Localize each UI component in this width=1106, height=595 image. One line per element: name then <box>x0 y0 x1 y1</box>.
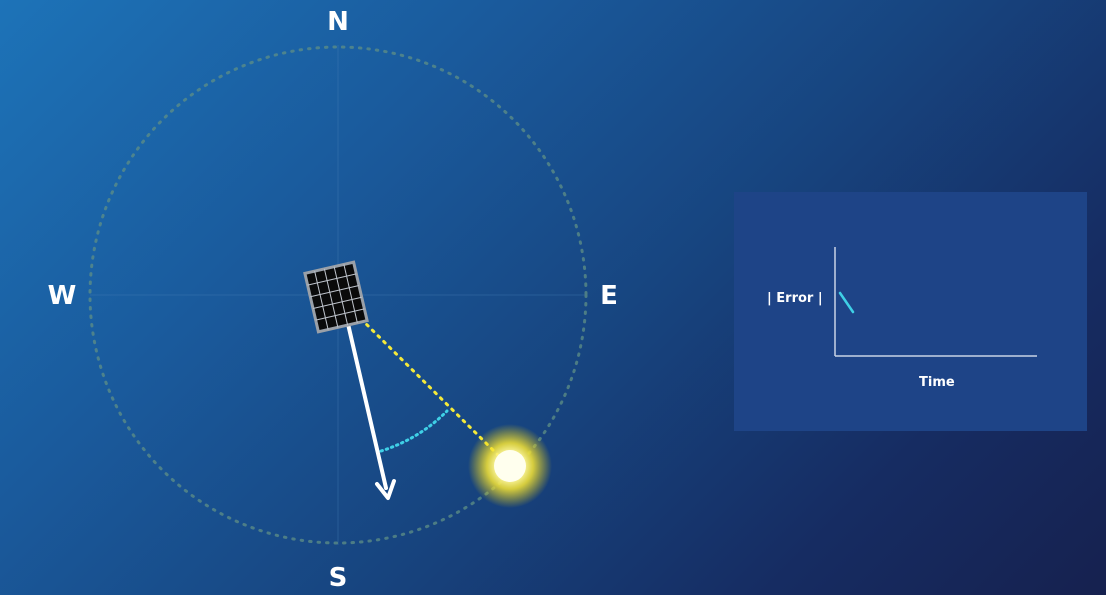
panel-heading-arrow <box>340 296 396 500</box>
error-plot-x-label: Time <box>919 375 955 390</box>
compass-label-north: N <box>327 7 349 37</box>
compass-label-east: E <box>600 281 618 311</box>
compass-label-west: W <box>47 281 77 311</box>
error-plot-panel: | Error | Time <box>734 192 1087 431</box>
sun-icon <box>468 424 552 508</box>
error-plot <box>834 247 1037 357</box>
error-angle-arc <box>379 409 449 453</box>
error-plot-y-label: | Error | <box>767 291 823 306</box>
compass-label-south: S <box>328 563 348 593</box>
solar-panel-icon <box>303 260 369 334</box>
error-trace <box>838 291 855 314</box>
